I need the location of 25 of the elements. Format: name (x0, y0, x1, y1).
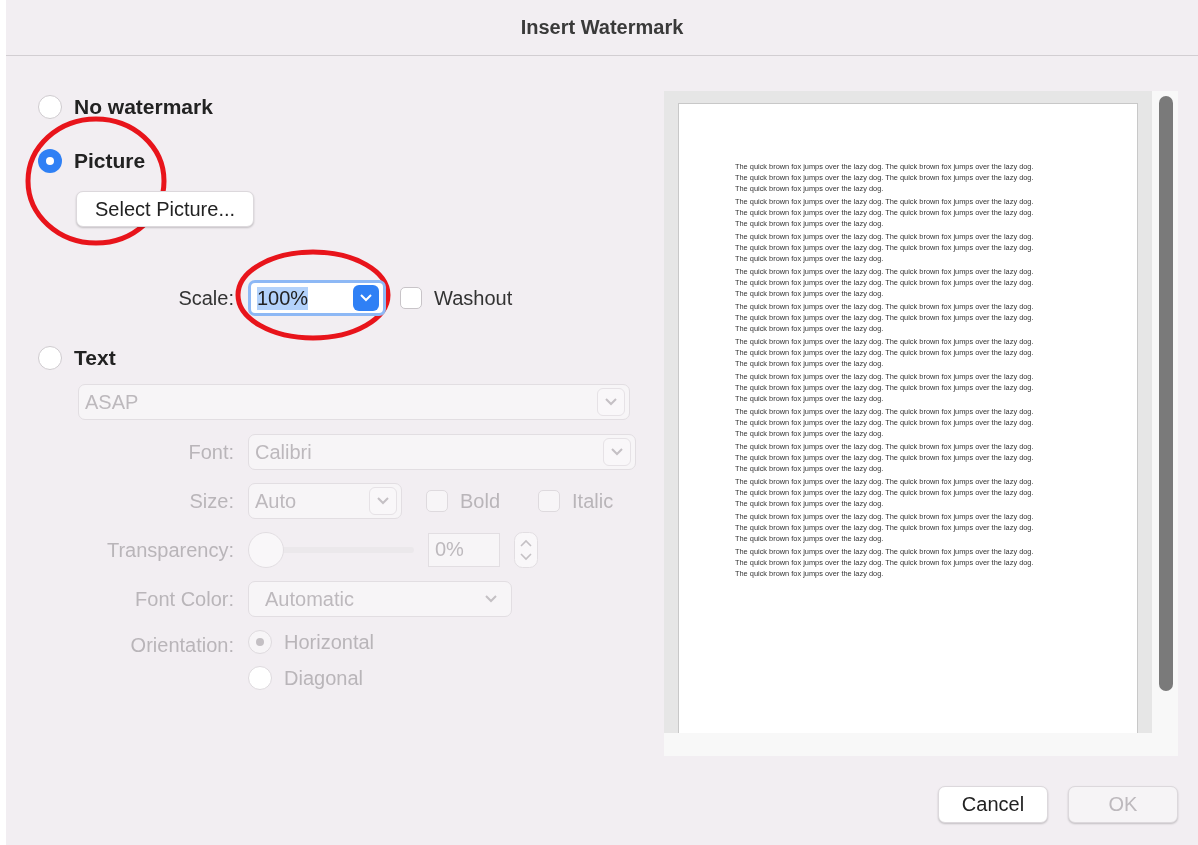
chevron-icon (353, 285, 379, 311)
chevron-icon (597, 388, 625, 416)
washout-checkbox[interactable]: Washout (400, 286, 513, 310)
field-label: Scale: (177, 286, 234, 310)
radio-option[interactable]: Text (38, 342, 638, 374)
dialog-button[interactable]: Cancel (938, 786, 1048, 823)
scale-combobox[interactable]: 100% (248, 280, 386, 316)
field-label: Font: (187, 440, 234, 464)
field-label: Transparency: (105, 538, 234, 562)
window-title: Insert Watermark (520, 16, 684, 39)
select-picture-button[interactable]: Select Picture... (76, 191, 255, 227)
field-label: Font Color: (134, 587, 234, 611)
radio-option[interactable]: No watermark (38, 91, 638, 123)
transparency-slider[interactable] (248, 532, 414, 568)
chevron-icon (485, 595, 497, 603)
scrollbar[interactable] (1159, 96, 1173, 691)
stepper-icon[interactable] (514, 532, 538, 568)
chevron-icon (369, 487, 397, 515)
radio-option[interactable]: Picture (38, 145, 638, 177)
field-label: Size: (188, 489, 234, 513)
chevron-icon (603, 438, 631, 466)
field-label: Orientation: (129, 633, 234, 657)
radio-button[interactable] (38, 346, 62, 370)
radio-button[interactable] (38, 149, 62, 173)
radio-button[interactable] (38, 95, 62, 119)
